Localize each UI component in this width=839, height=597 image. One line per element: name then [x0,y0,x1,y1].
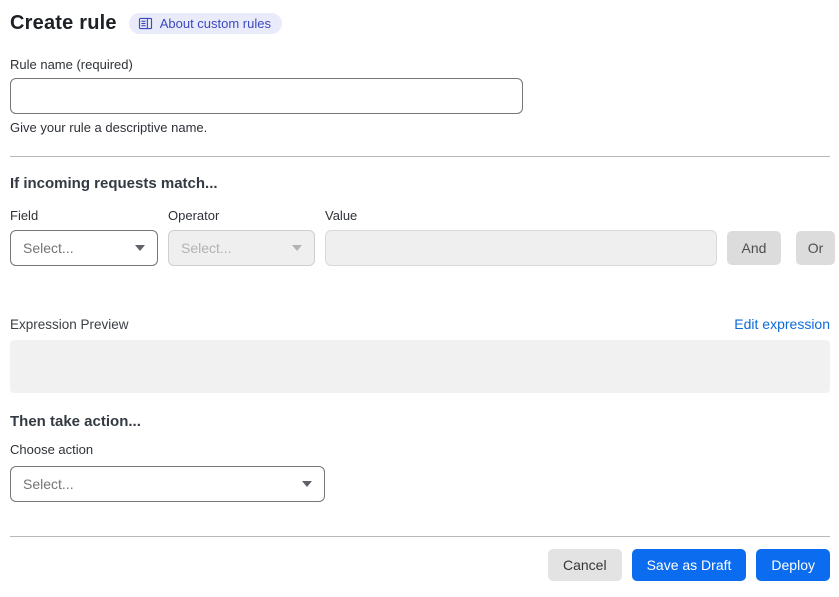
value-input[interactable] [325,230,717,266]
rule-name-helper: Give your rule a descriptive name. [10,120,208,135]
value-label: Value [325,208,358,223]
book-icon [138,16,153,31]
field-select-value: Select... [23,240,74,256]
deploy-button[interactable]: Deploy [756,549,830,581]
choose-action-label: Choose action [10,442,94,457]
chevron-down-icon [292,245,302,251]
save-as-draft-button[interactable]: Save as Draft [631,549,747,581]
chevron-down-icon [302,481,312,487]
about-badge-label: About custom rules [159,15,271,31]
field-label: Field [10,208,39,223]
or-button[interactable]: Or [796,231,835,265]
rule-name-label: Rule name (required) [10,57,133,72]
section-divider [10,156,830,157]
operator-select[interactable]: Select... [168,230,315,266]
footer-divider [10,536,830,537]
operator-label: Operator [168,208,220,223]
about-custom-rules-badge[interactable]: About custom rules [128,12,282,34]
action-select[interactable]: Select... [10,466,325,502]
create-rule-page: Create rule About custom rules Rule name… [0,0,839,581]
footer-actions: Cancel Save as Draft Deploy [10,549,830,581]
field-select[interactable]: Select... [10,230,158,266]
operator-select-value: Select... [181,240,232,256]
chevron-down-icon [135,245,145,251]
action-section-heading: Then take action... [10,413,141,430]
page-header: Create rule About custom rules [10,10,830,36]
rule-name-input[interactable] [10,78,523,114]
condition-row: Field Operator Value Select... Select...… [10,208,835,266]
and-button[interactable]: And [727,231,781,265]
expression-preview-header: Expression Preview Edit expression [10,316,830,332]
cancel-button[interactable]: Cancel [547,549,622,581]
match-section-heading: If incoming requests match... [10,175,218,192]
action-select-value: Select... [23,476,74,492]
edit-expression-link[interactable]: Edit expression [734,316,830,332]
page-title: Create rule [10,11,117,34]
expression-preview-label: Expression Preview [10,317,129,332]
expression-preview-box [10,340,830,393]
